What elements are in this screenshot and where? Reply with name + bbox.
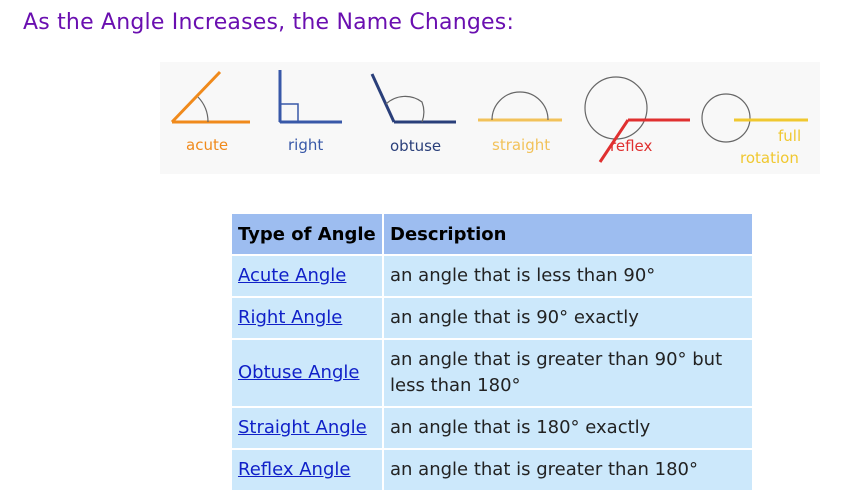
table-row: Acute Angle an angle that is less than 9… — [232, 256, 752, 296]
table-row: Reflex Angle an angle that is greater th… — [232, 450, 752, 490]
table-header-row: Type of Angle Description — [232, 214, 752, 254]
table-row: Obtuse Angle an angle that is greater th… — [232, 340, 752, 406]
obtuse-angle-link[interactable]: Obtuse Angle — [238, 362, 359, 383]
angle-name-cell: Acute Angle — [232, 256, 382, 296]
angle-description-cell: an angle that is greater than 180° — [384, 450, 752, 490]
right-angle-link[interactable]: Right Angle — [238, 307, 342, 328]
reflex-angle-link[interactable]: Reflex Angle — [238, 459, 350, 480]
right-angle-drawing: right — [278, 70, 342, 154]
angle-description-cell: an angle that is 90° exactly — [384, 298, 752, 338]
header-description: Description — [384, 214, 752, 254]
obtuse-angle-drawing: obtuse — [370, 73, 456, 155]
full-rotation-drawing: full rotation — [701, 93, 808, 167]
straight-label: straight — [492, 136, 550, 154]
angle-description-cell: an angle that is 180° exactly — [384, 408, 752, 448]
angle-name-cell: Obtuse Angle — [232, 340, 382, 406]
obtuse-label: obtuse — [390, 137, 441, 155]
full-label: full — [778, 127, 801, 145]
table-row: Straight Angle an angle that is 180° exa… — [232, 408, 752, 448]
reflex-angle-drawing: reflex — [584, 76, 690, 163]
straight-angle-link[interactable]: Straight Angle — [238, 417, 367, 438]
table-row: Right Angle an angle that is 90° exactly — [232, 298, 752, 338]
angle-description-cell: an angle that is greater than 90° but le… — [384, 340, 752, 406]
angle-description-cell: an angle that is less than 90° — [384, 256, 752, 296]
header-type-of-angle: Type of Angle — [232, 214, 382, 254]
page-heading: As the Angle Increases, the Name Changes… — [23, 10, 515, 35]
angle-name-cell: Reflex Angle — [232, 450, 382, 490]
angle-types-illustration: acute right obtuse straight reflex full … — [160, 62, 820, 174]
acute-angle-drawing: acute — [170, 70, 250, 154]
acute-label: acute — [186, 136, 228, 154]
reflex-label: reflex — [610, 137, 652, 155]
angle-name-cell: Right Angle — [232, 298, 382, 338]
straight-angle-drawing: straight — [478, 91, 562, 154]
right-label: right — [288, 136, 323, 154]
angle-name-cell: Straight Angle — [232, 408, 382, 448]
rotation-label: rotation — [740, 149, 799, 167]
angle-types-table: Type of Angle Description Acute Angle an… — [230, 212, 754, 492]
acute-angle-link[interactable]: Acute Angle — [238, 265, 346, 286]
